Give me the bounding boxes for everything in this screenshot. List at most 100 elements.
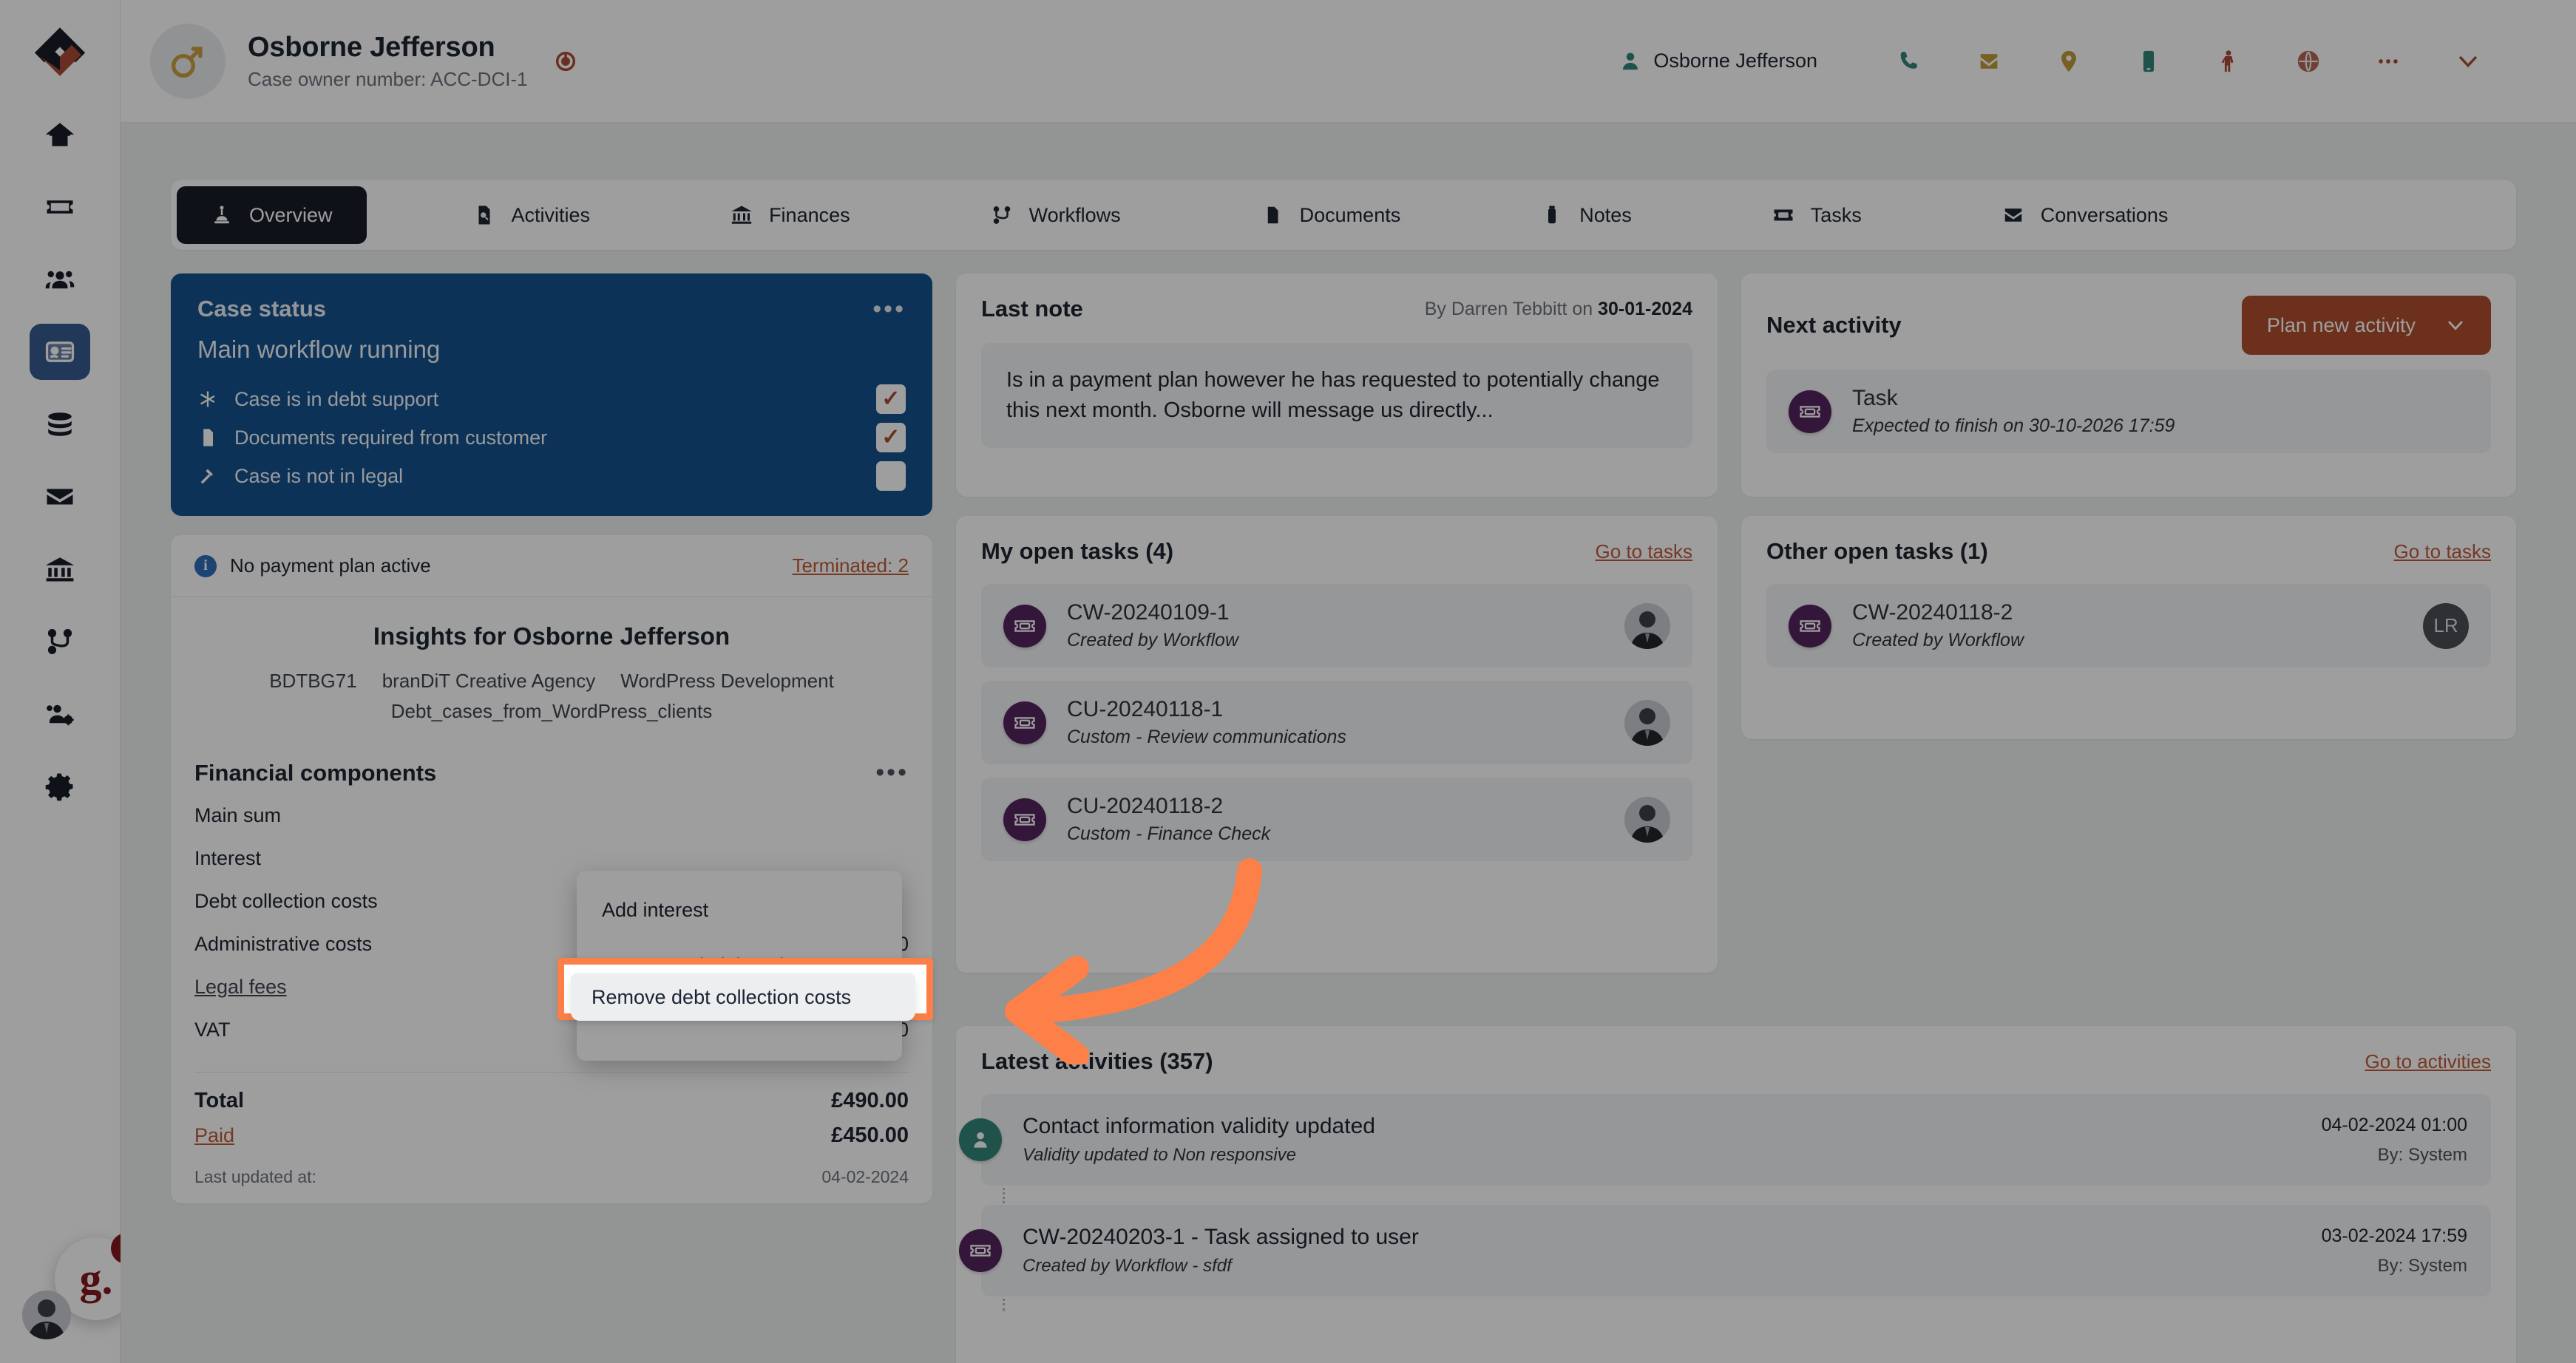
next-activity-card: Next activity Plan new activity Task Exp…	[1741, 273, 2516, 497]
sidebar-item-customers[interactable]	[30, 251, 90, 307]
workflow-icon	[993, 206, 1010, 224]
financial-components-title: Financial components	[194, 760, 437, 786]
last-note-body: Is in a payment plan however he has requ…	[981, 343, 1692, 449]
tab-tasks[interactable]: Tasks	[1738, 186, 1896, 244]
insights-tag: WordPress Development	[620, 670, 834, 692]
app-root: g. 2 Osborne Jefferson Case owner number…	[0, 0, 2576, 1363]
ellipsis-icon[interactable]: •••	[875, 761, 909, 785]
case-status-row: Case is not in legal	[197, 461, 906, 491]
tab-label: Notes	[1579, 203, 1632, 226]
case-status-checkbox[interactable]	[876, 423, 906, 452]
chevron-down-icon	[2448, 321, 2463, 330]
tab-finances[interactable]: Finances	[696, 186, 884, 244]
location-pin-icon[interactable]	[2029, 35, 2109, 87]
sidebar-item-cases[interactable]	[30, 179, 90, 235]
sidebar-item-finance[interactable]	[30, 541, 90, 597]
case-status-card: Case status ••• Main workflow running Ca…	[171, 273, 932, 516]
sidebar-item-home[interactable]	[30, 106, 90, 163]
next-activity-item[interactable]: Task Expected to finish on 30-10-2026 17…	[1766, 370, 2491, 453]
ellipsis-icon[interactable]	[2348, 35, 2428, 87]
task-icon	[1003, 798, 1046, 841]
task-subtitle: Created by Workflow	[1067, 630, 1239, 650]
tab-bar: Overview Activities Finances Workflows D…	[171, 180, 2516, 250]
person-icon	[959, 1118, 1002, 1161]
menu-item-remove-debt-collection-costs[interactable]: Remove debt collection costs	[571, 973, 915, 1021]
globe-icon[interactable]	[2268, 35, 2348, 87]
sidebar-item-teams[interactable]	[30, 686, 90, 742]
person-standing-icon[interactable]	[2189, 35, 2268, 87]
contact-avatar	[150, 23, 226, 99]
header-user[interactable]: Osborne Jefferson	[1619, 50, 1817, 72]
case-status-list: Case is in debt support Documents requir…	[197, 384, 906, 491]
financial-row-label: Debt collection costs	[194, 890, 378, 912]
document-icon	[203, 429, 213, 446]
right-column: Next activity Plan new activity Task Exp…	[1741, 273, 2516, 739]
activity-row[interactable]: CW-20240203-1 - Task assigned to user Cr…	[959, 1205, 2491, 1296]
case-status-checkbox[interactable]	[876, 461, 906, 491]
avatar	[1624, 602, 1670, 649]
envelope-icon[interactable]	[1949, 35, 2029, 87]
avatar-initials: LR	[2423, 602, 2469, 649]
go-to-tasks-link[interactable]: Go to tasks	[2394, 540, 2492, 563]
legal-fees-link[interactable]: Legal fees	[194, 976, 287, 999]
tab-documents[interactable]: Documents	[1227, 186, 1435, 244]
envelope-icon	[2004, 208, 2022, 222]
asterisk-icon	[200, 391, 215, 407]
next-activity-item-subtitle: Expected to finish on 30-10-2026 17:59	[1852, 415, 2175, 436]
last-note-author: By Darren Tebbitt on	[1424, 298, 1599, 319]
menu-item-add-interest[interactable]: Add interest	[577, 883, 902, 938]
page-title: Osborne Jefferson	[248, 31, 495, 63]
avatar	[1624, 699, 1670, 746]
sidebar-item-contacts[interactable]	[30, 324, 90, 380]
left-nav-rail: g. 2	[0, 0, 142, 1363]
financial-row-label: Interest	[194, 847, 262, 869]
activity-row[interactable]: Contact information validity updated Val…	[959, 1094, 2491, 1186]
phone-icon[interactable]	[1869, 35, 1949, 87]
case-status-title: Case status	[197, 296, 327, 322]
go-to-activities-link[interactable]: Go to activities	[2365, 1050, 2491, 1073]
sidebar-item-mail[interactable]	[30, 469, 90, 525]
tab-notes[interactable]: Notes	[1507, 186, 1666, 244]
sidebar-item-data[interactable]	[30, 396, 90, 452]
gavel-icon	[200, 469, 213, 484]
tab-label: Tasks	[1810, 203, 1862, 226]
mobile-icon[interactable]	[2109, 35, 2189, 87]
person-icon	[1623, 52, 1638, 69]
tab-workflows[interactable]: Workflows	[957, 186, 1155, 244]
contact-identity: Osborne Jefferson Case owner number: ACC…	[248, 32, 528, 91]
tab-activities[interactable]: Activities	[439, 186, 625, 244]
total-value: £490.00	[831, 1089, 909, 1112]
info-icon: i	[194, 554, 217, 577]
plan-new-activity-label: Plan new activity	[2266, 313, 2416, 336]
financial-row-label: Administrative costs	[194, 933, 373, 955]
eye-icon[interactable]	[553, 49, 578, 78]
sidebar-item-settings[interactable]	[30, 758, 90, 815]
tab-conversations[interactable]: Conversations	[1968, 186, 2203, 244]
financial-total-row: Total £490.00	[171, 1073, 932, 1113]
last-updated-value: 04-02-2024	[821, 1167, 909, 1186]
chevron-down-icon[interactable]	[2428, 35, 2508, 87]
payment-plan-banner: i No payment plan active Terminated: 2	[171, 535, 932, 597]
latest-activities-list: Contact information validity updated Val…	[959, 1094, 2491, 1311]
chat-avatar[interactable]	[22, 1291, 71, 1339]
note-icon	[1548, 205, 1556, 224]
task-row[interactable]: CW-20240109-1 Created by Workflow	[981, 584, 1692, 667]
terminated-link[interactable]: Terminated: 2	[792, 554, 909, 577]
ellipsis-icon[interactable]: •••	[872, 296, 906, 321]
financial-card: i No payment plan active Terminated: 2 I…	[171, 535, 932, 1203]
plan-new-activity-button[interactable]: Plan new activity	[2241, 296, 2491, 355]
task-row[interactable]: CW-20240118-2 Created by Workflow LR	[1766, 584, 2491, 667]
bank-icon	[731, 205, 752, 224]
task-row[interactable]: CU-20240118-1 Custom - Review communicat…	[981, 681, 1692, 764]
go-to-tasks-link[interactable]: Go to tasks	[1596, 540, 1693, 563]
financial-components-header: Financial components •••	[171, 738, 932, 795]
brand-logo-icon[interactable]	[29, 24, 91, 86]
payment-plan-text: No payment plan active	[230, 554, 431, 577]
case-status-checkbox[interactable]	[876, 384, 906, 414]
tab-overview[interactable]: Overview	[177, 186, 367, 244]
task-icon	[1789, 604, 1831, 647]
sidebar-item-workflows[interactable]	[30, 613, 90, 670]
activity-title: CW-20240203-1 - Task assigned to user	[1023, 1225, 1419, 1249]
paid-link[interactable]: Paid	[194, 1124, 234, 1147]
insights-tags: BDTBG71 branDiT Creative Agency WordPres…	[194, 670, 909, 723]
